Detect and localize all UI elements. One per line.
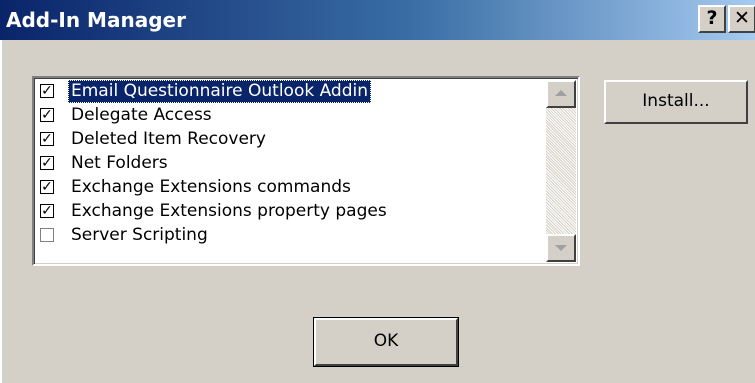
scroll-up-button[interactable] [546, 80, 576, 108]
addin-label: Delegate Access [71, 105, 212, 125]
addin-checkbox[interactable]: ✓ [40, 156, 54, 170]
addin-checkbox[interactable] [40, 228, 54, 242]
help-icon: ? [706, 7, 718, 29]
addin-label: Deleted Item Recovery [71, 129, 266, 149]
title-bar[interactable]: Add-In Manager ? ✕ [0, 0, 755, 40]
ok-button-label: OK [373, 331, 399, 351]
arrow-down-icon [555, 245, 567, 251]
addin-checkbox[interactable]: ✓ [40, 108, 54, 122]
install-button[interactable]: Install... [604, 80, 748, 124]
ok-button[interactable]: OK [313, 317, 459, 367]
addin-list-item[interactable]: ✓ Email Questionnaire Outlook Addin [38, 80, 544, 103]
addin-list-item[interactable]: ✓ Exchange Extensions commands [38, 176, 544, 199]
window-title: Add-In Manager [6, 8, 186, 32]
addin-listbox[interactable]: ✓ Email Questionnaire Outlook Addin ✓ De… [32, 76, 580, 266]
vertical-scrollbar[interactable] [546, 80, 576, 262]
addin-checkbox[interactable]: ✓ [40, 132, 54, 146]
addin-label: Net Folders [71, 153, 168, 173]
close-button[interactable]: ✕ [728, 5, 755, 33]
addin-list-item[interactable]: ✓ Deleted Item Recovery [38, 128, 544, 151]
addin-label: Server Scripting [71, 225, 208, 245]
addin-label: Exchange Extensions commands [71, 177, 351, 197]
help-button[interactable]: ? [698, 5, 726, 33]
addin-checkbox[interactable]: ✓ [40, 204, 54, 218]
add-in-manager-dialog: Add-In Manager ? ✕ ✓ Email Questionnaire… [0, 0, 755, 383]
addin-label: Exchange Extensions property pages [71, 201, 387, 221]
addin-list-item[interactable]: Server Scripting [38, 224, 544, 247]
addin-checkbox[interactable]: ✓ [40, 84, 54, 98]
addin-checkbox[interactable]: ✓ [40, 180, 54, 194]
addin-label: Email Questionnaire Outlook Addin [68, 80, 372, 103]
scroll-down-button[interactable] [546, 234, 576, 262]
addin-list: ✓ Email Questionnaire Outlook Addin ✓ De… [36, 80, 544, 262]
close-icon: ✕ [734, 7, 750, 29]
addin-list-item[interactable]: ✓ Net Folders [38, 152, 544, 175]
addin-list-item[interactable]: ✓ Delegate Access [38, 104, 544, 127]
arrow-up-icon [555, 90, 567, 96]
addin-list-item[interactable]: ✓ Exchange Extensions property pages [38, 200, 544, 223]
